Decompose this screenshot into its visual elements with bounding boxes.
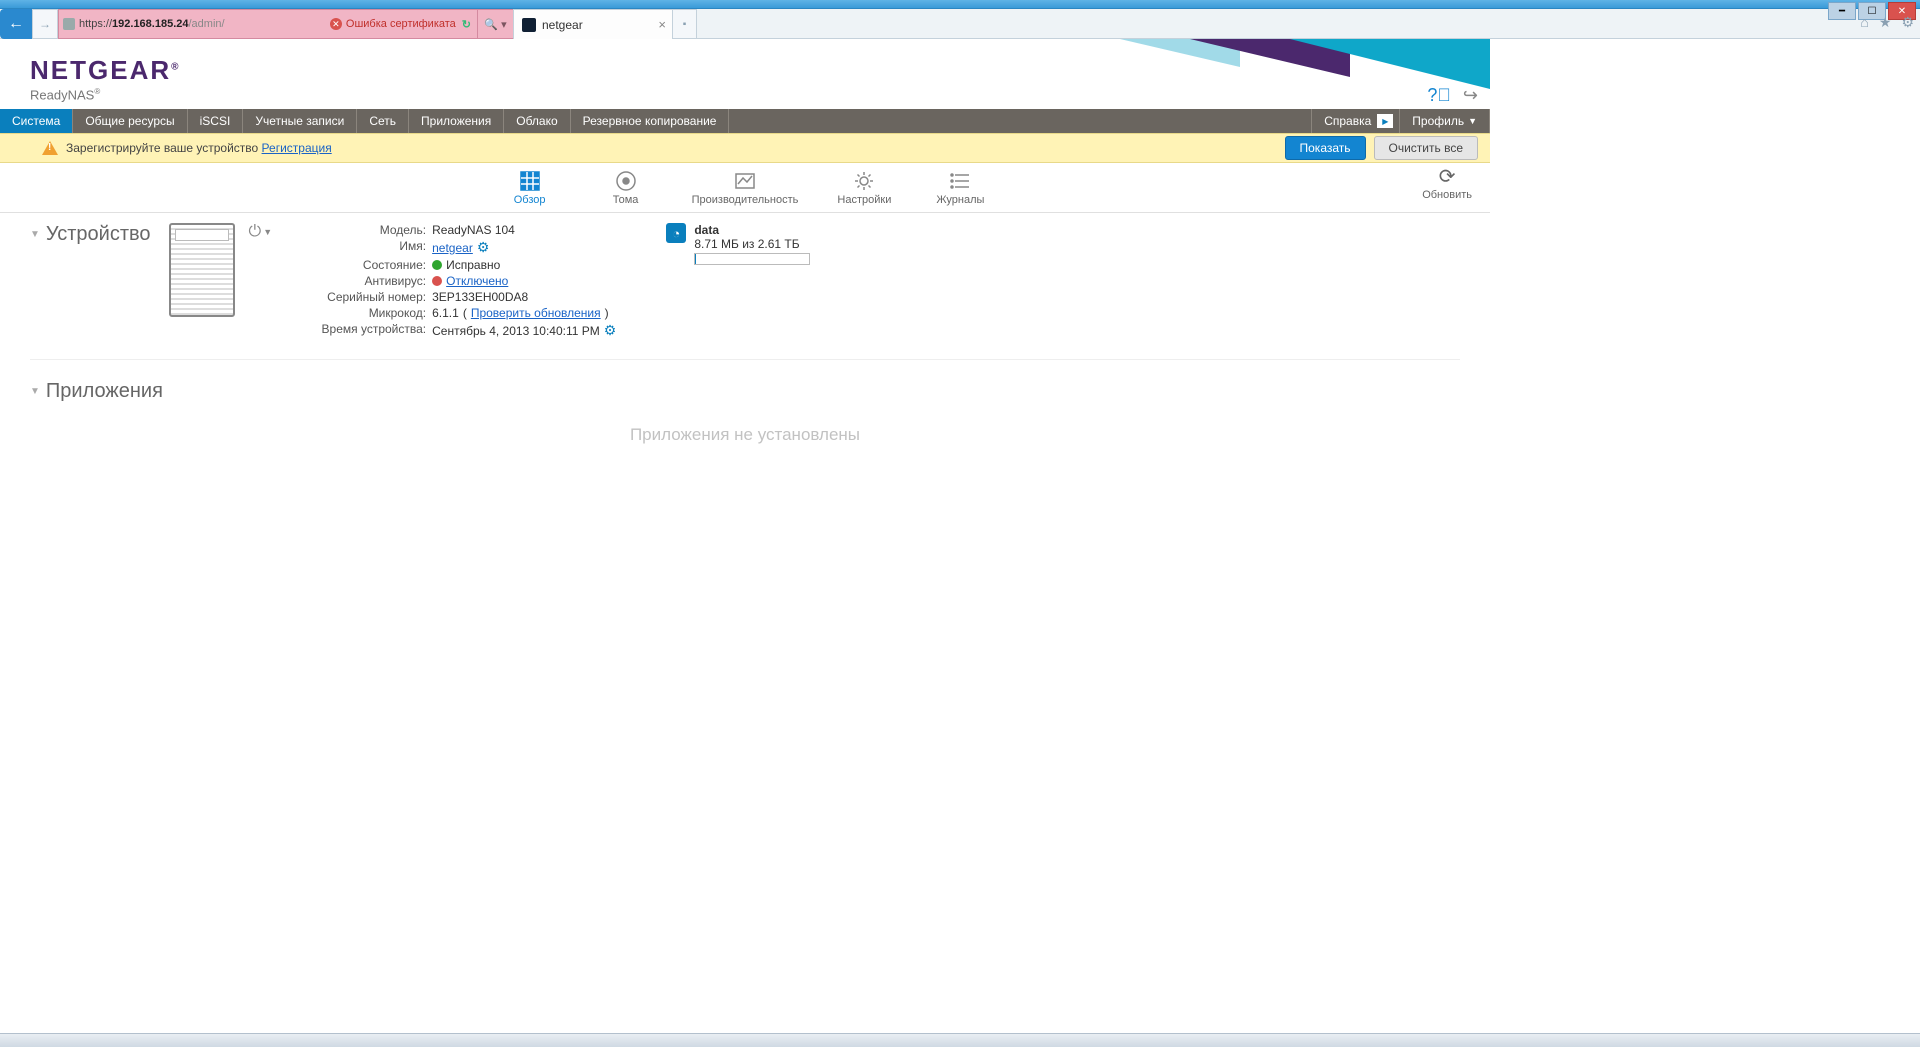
value-firmware: 6.1.1 (432, 306, 459, 320)
tools-icon[interactable]: ⚙ (1901, 14, 1914, 31)
refresh-icon: ⟳ (1436, 165, 1458, 187)
label-name: Имя: (292, 239, 432, 256)
window-titlebar: ━ ☐ ✕ (0, 0, 1920, 9)
status-off-icon (432, 276, 442, 286)
lock-icon (63, 18, 75, 30)
chart-icon (734, 170, 756, 192)
nav-backup[interactable]: Резервное копирование (571, 109, 730, 133)
subnav-logs[interactable]: Журналы (930, 170, 990, 206)
label-antivirus: Антивирус: (292, 274, 432, 288)
page-content: NETGEAR® ReadyNAS® ?⃝ ↪ Система Общие ре… (0, 39, 1490, 1047)
value-time: Сентябрь 4, 2013 10:40:11 PM (432, 324, 600, 338)
favicon-icon (522, 18, 536, 32)
favorites-icon[interactable]: ★ (1879, 14, 1892, 31)
volume-name: data (694, 223, 810, 237)
nav-help[interactable]: Справка▶ (1311, 109, 1400, 133)
nav-iscsi[interactable]: iSCSI (188, 109, 244, 133)
subnav-settings[interactable]: Настройки (834, 170, 894, 206)
play-icon: ▶ (1377, 114, 1393, 128)
nav-accounts[interactable]: Учетные записи (243, 109, 357, 133)
collapse-icon: ▼ (30, 386, 40, 397)
tab-title: netgear (542, 18, 583, 32)
logout-icon[interactable]: ↪ (1463, 85, 1478, 106)
search-dropdown[interactable]: 🔍 ▾ (478, 9, 514, 39)
device-section: ▼ Устройство ⏻▼ Модель:ReadyNAS 104 Имя:… (30, 223, 1460, 360)
volume-usage: 8.71 МБ из 2.61 ТБ (694, 237, 810, 251)
nav-profile[interactable]: Профиль▼ (1400, 109, 1490, 133)
page-header: NETGEAR® ReadyNAS® ?⃝ ↪ (0, 39, 1490, 109)
label-time: Время устройства: (292, 322, 432, 339)
label-state: Состояние: (292, 258, 432, 272)
clear-all-button[interactable]: Очистить все (1374, 136, 1478, 160)
value-state: Исправно (446, 258, 500, 272)
device-section-title[interactable]: ▼ Устройство (30, 223, 151, 246)
label-model: Модель: (292, 223, 432, 237)
edit-time-icon[interactable]: ⚙ (604, 322, 617, 339)
help-icon[interactable]: ?⃝ (1427, 85, 1451, 106)
cert-error-icon: ✕ (330, 18, 342, 30)
check-updates-link[interactable]: Проверить обновления (471, 306, 601, 320)
window-minimize[interactable]: ━ (1828, 2, 1856, 20)
home-icon[interactable]: ⌂ (1860, 14, 1868, 31)
subnav-volumes[interactable]: Тома (596, 170, 656, 206)
warning-icon (42, 141, 58, 155)
apps-section-title[interactable]: ▼ Приложения (30, 380, 1460, 403)
certificate-error[interactable]: ✕ Ошибка сертификата ↻ (330, 18, 471, 31)
subnav-overview[interactable]: Обзор (500, 170, 560, 206)
registration-banner: Зарегистрируйте ваше устройство Регистра… (0, 133, 1490, 163)
chevron-down-icon: ▼ (1468, 116, 1477, 126)
volume-card[interactable]: ◔ data 8.71 МБ из 2.61 ТБ (666, 223, 810, 265)
value-serial: 3EP133EH00DA8 (432, 290, 528, 304)
status-ok-icon (432, 260, 442, 270)
gear-icon (853, 170, 875, 192)
device-name-link[interactable]: netgear (432, 241, 473, 255)
nav-system[interactable]: Система (0, 109, 73, 133)
banner-text: Зарегистрируйте ваше устройство Регистра… (66, 141, 332, 155)
new-tab-button[interactable]: ▪ (673, 9, 697, 39)
browser-toolbar: ← → https://192.168.185.24/admin/ ✕ Ошиб… (0, 9, 1920, 39)
device-info: Модель:ReadyNAS 104 Имя:netgear ⚙ Состоян… (292, 223, 616, 341)
nav-apps[interactable]: Приложения (409, 109, 504, 133)
tab-close-icon[interactable]: × (658, 17, 666, 32)
brand-subtitle: ReadyNAS® (30, 87, 100, 102)
reload-icon[interactable]: ↻ (462, 18, 471, 31)
power-button[interactable]: ⏻▼ (249, 223, 273, 241)
disk-icon (615, 170, 637, 192)
refresh-button[interactable]: ⟳ Обновить (1422, 165, 1472, 201)
volume-bar (694, 253, 810, 265)
browser-forward-button[interactable]: → (32, 9, 58, 39)
collapse-icon: ▼ (30, 229, 40, 240)
nav-cloud[interactable]: Облако (504, 109, 570, 133)
list-icon (949, 170, 971, 192)
apps-section: ▼ Приложения Приложения не установлены (30, 380, 1460, 445)
device-image (169, 223, 235, 317)
label-firmware: Микрокод: (292, 306, 432, 320)
grid-icon (519, 170, 541, 192)
subnav-performance[interactable]: Производительность (692, 170, 799, 206)
browser-tab[interactable]: netgear × (513, 9, 673, 39)
windows-taskbar[interactable] (0, 1033, 1920, 1047)
apps-empty-text: Приложения не установлены (30, 409, 1460, 445)
brand-logo: NETGEAR® (30, 55, 181, 86)
main-nav: Система Общие ресурсы iSCSI Учетные запи… (0, 109, 1490, 133)
registration-link[interactable]: Регистрация (262, 141, 332, 155)
volume-icon: ◔ (666, 223, 686, 243)
sub-nav: Обзор Тома Производительность Настройки … (0, 163, 1490, 213)
nav-shares[interactable]: Общие ресурсы (73, 109, 187, 133)
browser-back-button[interactable]: ← (0, 9, 32, 39)
show-button[interactable]: Показать (1285, 136, 1366, 160)
nav-network[interactable]: Сеть (357, 109, 409, 133)
value-model: ReadyNAS 104 (432, 223, 515, 237)
address-bar[interactable]: https://192.168.185.24/admin/ ✕ Ошибка с… (58, 9, 478, 39)
label-serial: Серийный номер: (292, 290, 432, 304)
url-text: https://192.168.185.24/admin/ (79, 18, 225, 30)
edit-name-icon[interactable]: ⚙ (477, 239, 490, 256)
antivirus-link[interactable]: Отключено (446, 274, 508, 288)
